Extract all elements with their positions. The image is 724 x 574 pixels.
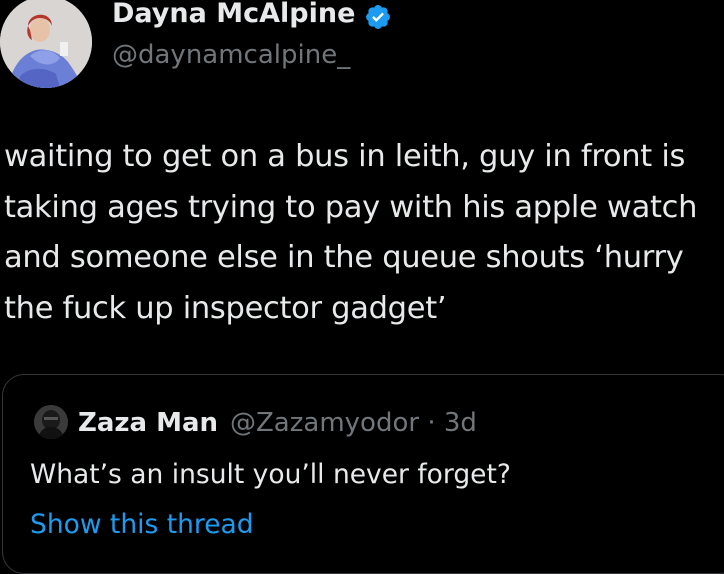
- quoted-avatar-image: [34, 405, 68, 439]
- author-display-name[interactable]: Dayna McAlpine: [112, 0, 355, 34]
- quoted-author-name[interactable]: Zaza Man: [78, 405, 218, 441]
- tweet: Dayna McAlpine @daynamcalpine_ waiting t…: [0, 0, 724, 574]
- meta-separator: ·: [427, 408, 436, 438]
- quoted-author-meta: @Zazamyodor · 3d: [230, 405, 477, 441]
- quoted-tweet-text: What’s an insult you’ll never forget?: [30, 459, 511, 490]
- author-handle[interactable]: @daynamcalpine_: [112, 36, 350, 74]
- quoted-author-avatar[interactable]: [34, 405, 68, 439]
- show-thread-link[interactable]: Show this thread: [30, 505, 254, 545]
- quoted-timestamp[interactable]: 3d: [444, 408, 477, 438]
- verified-badge-icon: [366, 5, 390, 29]
- quoted-author-handle[interactable]: @Zazamyodor: [230, 408, 419, 438]
- tweet-text: waiting to get on a bus in leith, guy in…: [4, 139, 698, 326]
- author-avatar[interactable]: [0, 0, 92, 88]
- avatar-image: [0, 0, 92, 88]
